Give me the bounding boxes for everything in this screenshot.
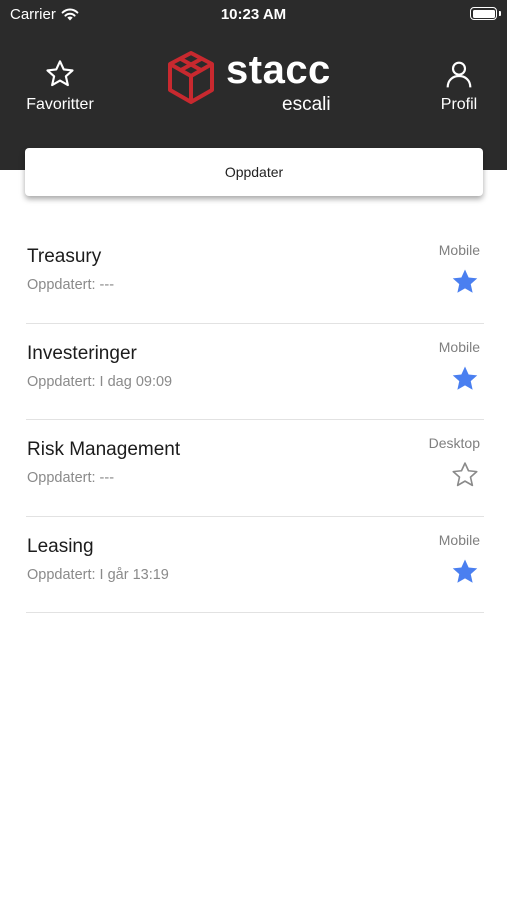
item-platform: Mobile — [438, 338, 480, 355]
item-title: Treasury — [27, 246, 102, 267]
star-outline-icon — [46, 60, 74, 87]
item-platform: Mobile — [438, 531, 480, 548]
item-title: Risk Management — [27, 439, 181, 460]
star-filled-icon[interactable] — [450, 364, 480, 394]
item-title: Leasing — [27, 535, 94, 557]
stacc-escali-logo: stacc escali — [166, 48, 346, 115]
battery-icon — [470, 7, 497, 20]
item-title: Investeringer — [27, 342, 137, 364]
status-bar: Carrier 10:23 AM — [0, 0, 507, 30]
update-button[interactable]: Oppdater — [25, 148, 483, 196]
logo-subtext: escali — [282, 94, 331, 115]
app-list: Treasury Oppdatert: --- Mobile Investeri… — [26, 227, 484, 613]
logo-wordmark: stacc — [226, 48, 331, 92]
list-item[interactable]: Investeringer Oppdatert: I dag 09:09 Mob… — [26, 324, 484, 420]
item-updated: Oppdatert: --- — [27, 470, 115, 486]
item-platform: Desktop — [428, 435, 480, 451]
list-item[interactable]: Leasing Oppdatert: I går 13:19 Mobile — [26, 517, 484, 613]
cube-logo-icon — [168, 51, 214, 104]
list-item[interactable]: Treasury Oppdatert: --- Mobile — [26, 227, 484, 324]
profile-label: Profil — [440, 96, 478, 113]
app-header: Carrier 10:23 AM Favoritter stacc escali… — [0, 0, 507, 170]
profile-button[interactable]: Profil — [429, 58, 489, 114]
star-filled-icon[interactable] — [450, 557, 480, 587]
battery-tip — [499, 11, 501, 16]
list-item[interactable]: Risk Management Oppdatert: --- Desktop — [26, 420, 484, 517]
favorites-button[interactable]: Favoritter — [20, 58, 100, 114]
user-icon — [446, 61, 472, 88]
favorites-label: Favoritter — [26, 96, 94, 113]
star-filled-icon[interactable] — [450, 267, 480, 297]
item-updated: Oppdatert: I dag 09:09 — [27, 373, 173, 390]
star-outline-icon[interactable] — [450, 460, 480, 490]
status-time: 10:23 AM — [220, 6, 287, 23]
item-updated: Oppdatert: --- — [27, 277, 115, 293]
item-updated: Oppdatert: I går 13:19 — [27, 566, 169, 583]
item-platform: Mobile — [438, 242, 480, 258]
